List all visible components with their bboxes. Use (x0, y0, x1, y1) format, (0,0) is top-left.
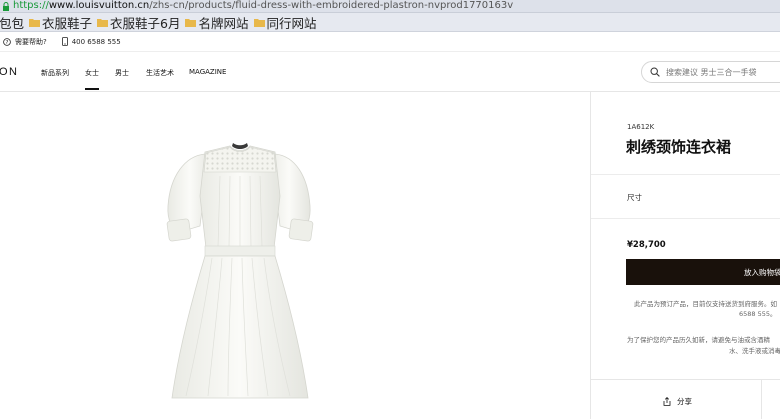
bookmark-item[interactable]: 衣服鞋子 (29, 13, 93, 31)
url-scheme: https:// (13, 0, 49, 11)
help-link[interactable]: ? 需要帮助? (3, 37, 47, 47)
care-note-line: 水、洗手液或消毒 (729, 347, 780, 355)
divider (591, 174, 780, 175)
main-nav: ON 新品系列 女士 男士 生活艺术 MAGAZINE 搜索建议 男士三合一手袋 (0, 52, 780, 92)
bookmark-label: 衣服鞋子 (42, 15, 93, 31)
share-icon (663, 397, 671, 406)
nav-link-men[interactable]: 男士 (115, 68, 129, 78)
bookmark-label: 衣服鞋子6月 (110, 15, 181, 31)
bookmark-label: 包包 (0, 15, 25, 31)
help-icon: ? (3, 37, 11, 46)
product-gallery[interactable] (0, 92, 589, 419)
nav-link-new[interactable]: 新品系列 (41, 68, 69, 78)
folder-icon (185, 18, 197, 27)
svg-text:?: ? (6, 40, 9, 46)
nav-link-art-of-living[interactable]: 生活艺术 (146, 68, 174, 78)
bookmark-item[interactable]: 名牌网站 (185, 13, 249, 31)
preorder-note: 此产品为预订产品，目前仅支持送货到府服务。如 6588 555。 (634, 299, 780, 319)
phone-link[interactable]: 400 6588 555 (61, 37, 121, 46)
size-selector[interactable]: 尺寸 (627, 192, 642, 203)
folder-icon (29, 18, 41, 27)
bookmark-label: 同行网站 (266, 15, 317, 31)
search-box[interactable]: 搜索建议 男士三合一手袋 (641, 61, 780, 83)
url-host: www.louisvuitton.cn (48, 0, 150, 11)
divider (761, 380, 762, 419)
share-button[interactable]: 分享 (663, 396, 692, 407)
folder-icon (97, 18, 109, 27)
url-path: /zhs-cn/products/fluid-dress-with-embroi… (149, 0, 514, 11)
care-note: 为了保护您的产品历久如新，请避免与油或含酒精 水、洗手液或消毒 (627, 335, 780, 357)
bookmark-item[interactable]: 衣服鞋子6月 (97, 13, 181, 31)
preorder-note-line: 6588 555。 (739, 310, 777, 318)
add-to-bag-button[interactable]: 放入购物袋 (626, 259, 780, 285)
folder-icon (253, 18, 265, 27)
lock-icon (3, 1, 9, 11)
bookmark-item[interactable]: 同行网站 (253, 13, 317, 31)
product-title: 刺绣颈饰连衣裙 (626, 138, 732, 156)
preorder-note-line: 此产品为预订产品，目前仅支持送货到府服务。如 (634, 300, 777, 308)
share-label: 分享 (677, 397, 692, 406)
brand-logo[interactable]: ON (0, 66, 19, 78)
url-text: https://www.louisvuitton.cn/zhs-cn/produ… (13, 0, 513, 12)
share-row: 分享 (591, 379, 780, 419)
divider (591, 218, 780, 219)
phone-icon (61, 37, 68, 46)
nav-link-magazine[interactable]: MAGAZINE (189, 68, 226, 76)
bookmarks-bar: 包包 衣服鞋子 衣服鞋子6月 名牌网站 同行网站 (0, 13, 780, 32)
product-panel: 1A612K 刺绣颈饰连衣裙 尺寸 ¥28,700 放入购物袋 此产品为预订产品… (590, 92, 780, 419)
search-placeholder: 搜索建议 男士三合一手袋 (666, 67, 757, 77)
search-icon (650, 67, 660, 77)
nav-link-women[interactable]: 女士 (85, 68, 99, 90)
bookmark-label: 名牌网站 (198, 15, 249, 31)
care-note-line: 为了保护您的产品历久如新，请避免与油或含酒精 (627, 336, 770, 344)
product-price: ¥28,700 (627, 240, 666, 250)
utility-bar: ? 需要帮助? 400 6588 555 (0, 32, 780, 52)
dress-image (166, 143, 314, 399)
phone-number: 400 6588 555 (71, 37, 121, 46)
help-label: 需要帮助? (15, 37, 47, 46)
bookmark-item[interactable]: 包包 (0, 13, 25, 31)
product-sku: 1A612K (627, 123, 655, 131)
address-bar[interactable]: https://www.louisvuitton.cn/zhs-cn/produ… (0, 0, 780, 13)
